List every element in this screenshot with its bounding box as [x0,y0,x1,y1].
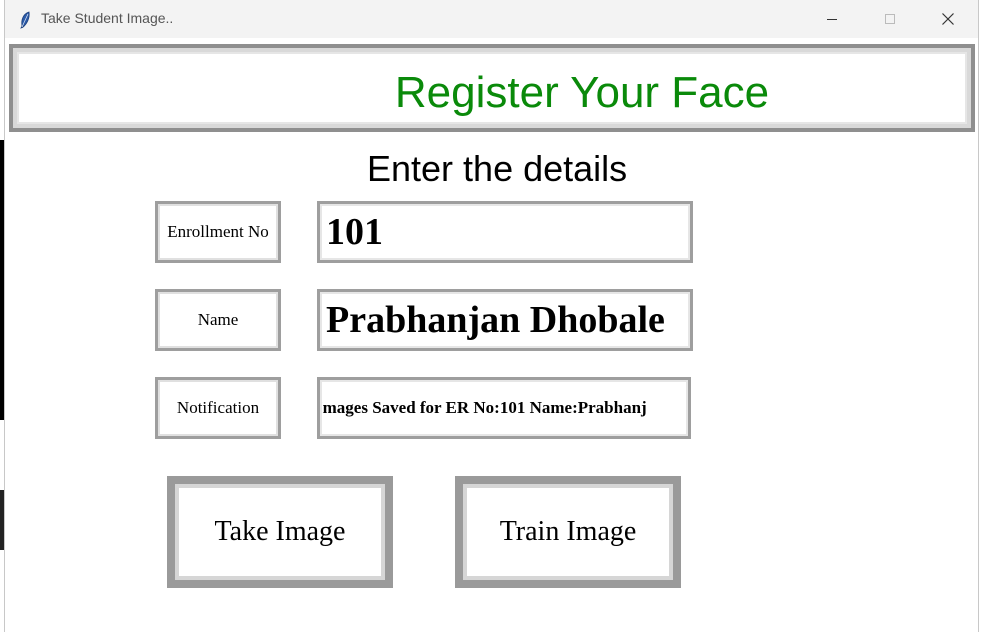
notification-field: Images Saved for ER No:101 Name:Prabhanj [317,377,691,439]
notification-text: Images Saved for ER No:101 Name:Prabhanj [317,398,647,417]
header-inner: Register Your Face [17,52,967,124]
name-input[interactable] [324,294,688,346]
train-image-button[interactable]: Train Image [455,476,681,588]
minimize-icon [827,19,837,20]
close-button[interactable] [919,0,977,38]
window-title: Take Student Image.. [41,10,174,26]
maximize-icon [885,14,895,24]
minimize-button[interactable] [803,0,861,38]
maximize-button[interactable] [861,0,919,38]
name-label: Name [155,289,281,351]
take-image-button-label: Take Image [179,488,381,576]
enrollment-field[interactable] [317,201,693,263]
feather-icon [20,11,30,29]
train-image-button-label: Train Image [467,488,669,576]
form-subtitle: Enter the details [367,148,628,189]
header-banner: Register Your Face [9,44,975,132]
close-icon [942,13,954,25]
app-window: Take Student Image.. Register Your Face … [4,0,979,632]
take-image-button[interactable]: Take Image [167,476,393,588]
title-bar[interactable]: Take Student Image.. [5,0,978,38]
page-title: Register Your Face [394,68,770,117]
enrollment-input[interactable] [324,206,688,258]
name-field[interactable] [317,289,693,351]
notification-label: Notification [155,377,281,439]
enrollment-label: Enrollment No [155,201,281,263]
